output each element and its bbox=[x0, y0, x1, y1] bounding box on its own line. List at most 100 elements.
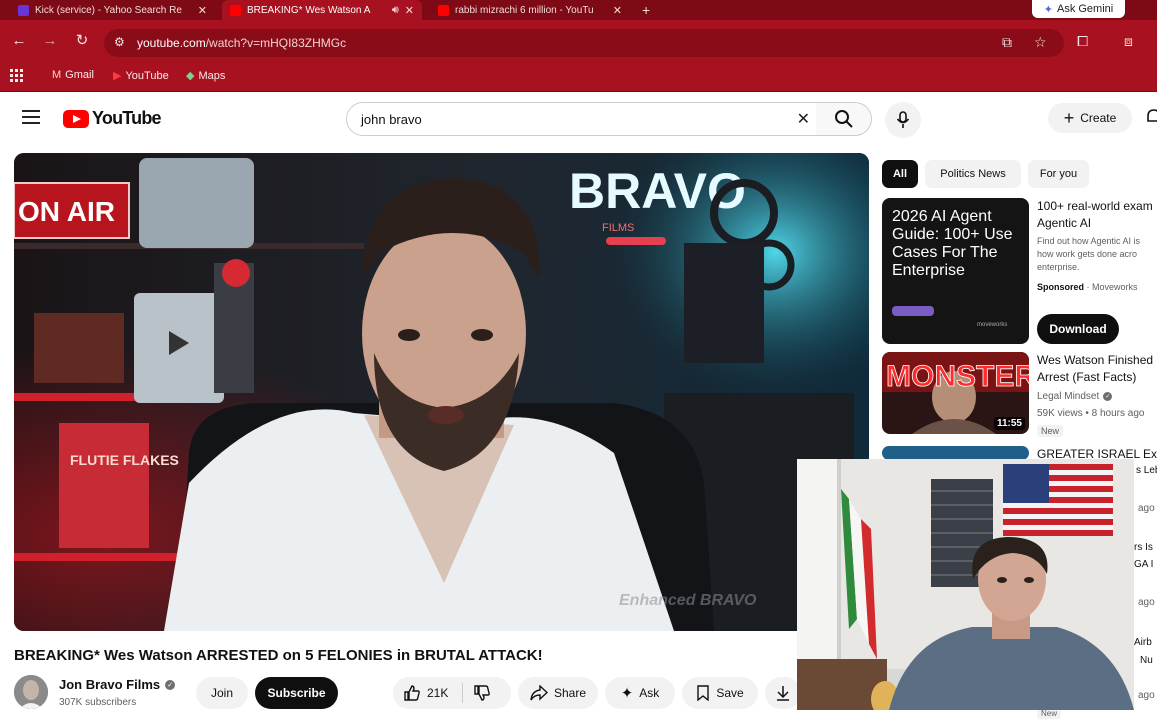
apps-icon bbox=[10, 69, 23, 82]
bookmark-icon bbox=[697, 685, 710, 701]
bookmarks-bar: M Gmail ▶ YouTube ◆ Maps bbox=[0, 62, 1157, 92]
peek-text: Nu bbox=[1140, 655, 1153, 666]
video-player[interactable]: ON AIR FLUTIE FLAKES BRAVO FILMS Enhance… bbox=[14, 153, 869, 631]
search-button[interactable] bbox=[816, 102, 872, 136]
ad-thumbnail-text: 2026 AI Agent Guide: 100+ Use Cases For … bbox=[892, 208, 1013, 279]
browser-tab-active[interactable]: BREAKING* Wes Watson A 🔊︎ ✕ bbox=[222, 0, 422, 20]
bookmark-gmail[interactable]: M Gmail bbox=[52, 69, 94, 81]
new-badge: New bbox=[1037, 425, 1064, 437]
video-duration: 11:55 bbox=[993, 417, 1025, 430]
share-button[interactable]: Share bbox=[518, 677, 598, 709]
voice-search-button[interactable] bbox=[885, 102, 921, 138]
ad-thumbnail[interactable]: 2026 AI Agent Guide: 100+ Use Cases For … bbox=[882, 198, 1029, 344]
bookmark-star-icon[interactable]: ☆ bbox=[1034, 34, 1047, 51]
like-dislike-group: 21K bbox=[393, 677, 511, 709]
bookmark-maps[interactable]: ◆ Maps bbox=[186, 69, 226, 83]
verified-check-icon: ✓ bbox=[165, 679, 176, 690]
peek-text: Airb bbox=[1134, 637, 1152, 648]
youtube-play-icon bbox=[63, 109, 89, 128]
video-frame: ON AIR FLUTIE FLAKES BRAVO FILMS Enhance… bbox=[14, 153, 869, 631]
search-query: john bravo bbox=[361, 112, 422, 127]
channel-name[interactable]: Jon Bravo Films ✓ bbox=[59, 677, 176, 692]
peek-text: ago bbox=[1138, 597, 1155, 608]
apps-grid-icon[interactable] bbox=[10, 69, 23, 82]
bookmark-label: Gmail bbox=[65, 69, 94, 81]
youtube-header: YouTube john bravo ✕ + Create bbox=[0, 92, 1157, 148]
browser-tab[interactable]: Kick (service) - Yahoo Search Re ✕ bbox=[10, 0, 215, 20]
verified-check-icon: ✓ bbox=[1103, 392, 1113, 401]
bookmark-label: Maps bbox=[198, 69, 226, 82]
subscribe-button[interactable]: Subscribe bbox=[255, 677, 338, 709]
ad-title[interactable]: 100+ real-world exam Agentic AI bbox=[1037, 198, 1153, 232]
poster-text: FLUTIE FLAKES bbox=[70, 452, 179, 468]
tab-title: rabbi mizrachi 6 million - YouTu bbox=[455, 4, 594, 16]
rec-views: 59K views • 8 hours ago bbox=[1037, 408, 1145, 419]
rec-thumbnail-text: MONSTER bbox=[886, 360, 1029, 393]
ad-download-button[interactable]: Download bbox=[1037, 314, 1119, 344]
search-icon bbox=[834, 110, 853, 128]
yahoo-icon bbox=[18, 4, 29, 16]
reload-icon[interactable]: ↻ bbox=[72, 31, 92, 51]
gemini-spark-icon: ✦ bbox=[1043, 3, 1053, 16]
maps-icon: ◆ bbox=[186, 70, 195, 82]
thumbs-down-icon[interactable] bbox=[473, 684, 491, 702]
youtube-favicon-icon bbox=[230, 4, 241, 16]
install-app-icon[interactable]: ⧉ bbox=[1002, 34, 1012, 51]
tab-title: Kick (service) - Yahoo Search Re bbox=[35, 4, 182, 16]
webcam-feed bbox=[797, 459, 1134, 710]
search-input[interactable]: john bravo ✕ bbox=[346, 102, 817, 136]
speaker-icon[interactable]: 🔊︎ bbox=[392, 4, 399, 17]
new-tab-icon[interactable]: + bbox=[642, 0, 650, 20]
download-icon bbox=[777, 686, 789, 701]
notifications-bell-icon[interactable] bbox=[1146, 108, 1157, 126]
rec-title[interactable]: Wes Watson Finished Arrest (Fast Facts) bbox=[1037, 352, 1153, 386]
address-bar[interactable]: ⚙︎ youtube.com/watch?v=mHQI83ZHMGc ⧉ ☆ bbox=[104, 29, 1064, 57]
sponsored-label: Sponsored · Moveworks bbox=[1037, 282, 1138, 292]
on-air-sign: ON AIR bbox=[18, 196, 115, 227]
extensions-icon[interactable]: ⧠ bbox=[1077, 33, 1088, 50]
close-tab-icon[interactable]: ✕ bbox=[613, 4, 622, 17]
channel-avatar[interactable] bbox=[14, 675, 48, 709]
ad-brand-logo: moveworks bbox=[977, 322, 1008, 328]
browser-tab-bar: Kick (service) - Yahoo Search Re ✕ BREAK… bbox=[0, 0, 1157, 20]
back-arrow-icon[interactable]: ← bbox=[9, 31, 29, 51]
save-button[interactable]: Save bbox=[682, 677, 758, 709]
site-info-icon[interactable]: ⚙︎ bbox=[114, 35, 125, 49]
rec-thumbnail[interactable]: MONSTER 11:55 bbox=[882, 352, 1029, 434]
join-button[interactable]: Join bbox=[196, 677, 248, 709]
tab-title: BREAKING* Wes Watson A bbox=[247, 4, 371, 16]
chip-all[interactable]: All bbox=[882, 160, 918, 188]
rec-thumbnail[interactable] bbox=[882, 446, 1029, 460]
video-title: BREAKING* Wes Watson ARRESTED on 5 FELON… bbox=[14, 647, 543, 664]
forward-arrow-icon[interactable]: → bbox=[40, 31, 60, 51]
clear-search-icon[interactable]: ✕ bbox=[797, 109, 810, 129]
create-button[interactable]: + Create bbox=[1048, 103, 1132, 133]
rec-title-peek: s Leb bbox=[1136, 465, 1157, 476]
bookmark-youtube[interactable]: ▶ YouTube bbox=[113, 69, 169, 83]
close-tab-icon[interactable]: ✕ bbox=[198, 4, 207, 17]
ask-button[interactable]: ✦ Ask bbox=[605, 677, 675, 709]
sparkle-icon: ✦ bbox=[620, 685, 634, 702]
rec-channel[interactable]: Legal Mindset ✓ bbox=[1037, 391, 1113, 402]
peek-text: ago bbox=[1138, 503, 1155, 514]
menu-icon[interactable] bbox=[22, 110, 40, 124]
us-flag bbox=[1003, 464, 1113, 536]
bookmark-label: YouTube bbox=[125, 69, 169, 82]
youtube-logo[interactable]: YouTube bbox=[63, 108, 162, 129]
ad-description: Find out how Agentic AI is how work gets… bbox=[1037, 236, 1141, 272]
like-button[interactable]: 21K bbox=[403, 684, 448, 702]
split-view-icon[interactable]: ⧈ bbox=[1124, 33, 1133, 50]
gmail-icon: M bbox=[52, 69, 62, 81]
browser-tab[interactable]: rabbi mizrachi 6 million - YouTu ✕ bbox=[430, 0, 630, 20]
chip-for-you[interactable]: For you bbox=[1028, 160, 1089, 188]
films-neon-sign: FILMS bbox=[602, 222, 634, 234]
download-button[interactable] bbox=[765, 677, 801, 709]
video-watermark: Enhanced BRAVO bbox=[619, 592, 757, 609]
ad-tag bbox=[892, 306, 934, 316]
ask-gemini-button[interactable]: ✦ Ask Gemini bbox=[1032, 0, 1125, 18]
close-tab-icon[interactable]: ✕ bbox=[405, 4, 414, 17]
chip-politics-news[interactable]: Politics News bbox=[925, 160, 1021, 188]
peek-text: ago bbox=[1138, 690, 1155, 701]
thumbs-up-icon bbox=[404, 685, 420, 701]
peek-text: GA I bbox=[1134, 559, 1154, 570]
